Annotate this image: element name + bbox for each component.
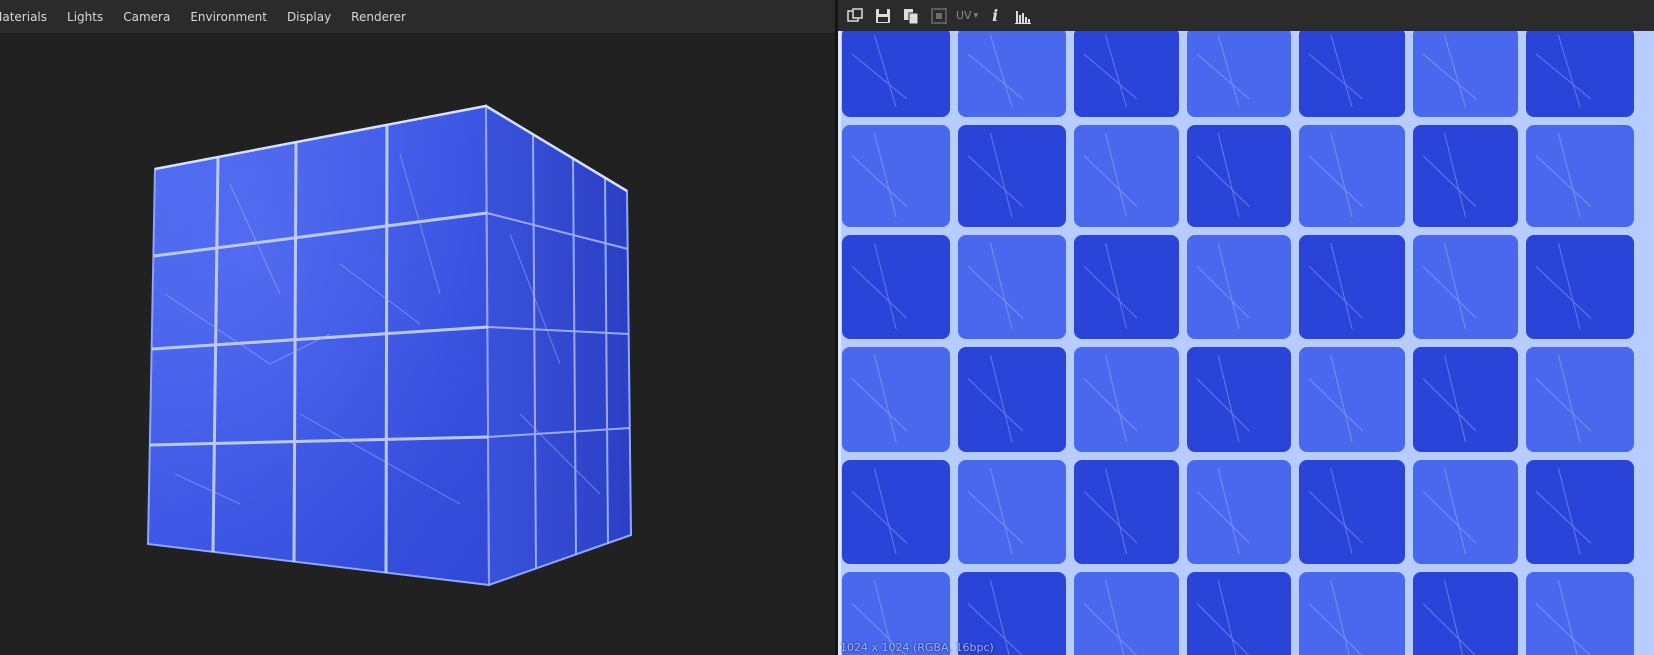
3d-viewport-pane: Materials Lights Camera Environment Disp… (0, 0, 835, 655)
texture-tile (958, 235, 1066, 339)
texture-tile (1074, 460, 1179, 564)
menu-environment[interactable]: Environment (180, 10, 277, 24)
channel-icon[interactable] (928, 5, 950, 27)
texture-tile (1413, 347, 1518, 452)
texture-tile (1074, 235, 1179, 339)
copy-icon[interactable] (900, 5, 922, 27)
texture-tile (1299, 31, 1405, 117)
texture-left-edge (838, 31, 841, 655)
texture-tile (1413, 572, 1518, 655)
info-icon[interactable]: i (984, 5, 1006, 27)
chevron-down-icon: ▾ (973, 10, 979, 21)
texture-tile (842, 31, 950, 117)
texture-tile (1299, 460, 1405, 564)
texture-tile (1187, 125, 1291, 227)
menu-materials[interactable]: Materials (0, 10, 57, 24)
texture-tile (1187, 572, 1291, 655)
3d-viewport[interactable] (0, 34, 835, 655)
texture-tile (842, 125, 950, 227)
texture-tile (1413, 235, 1518, 339)
cube-side-face (484, 104, 633, 587)
texture-tile (1526, 235, 1634, 339)
texture-tile (1526, 572, 1634, 655)
texture-toolbar: UV ▾ i (838, 0, 1654, 31)
cube-render (146, 104, 633, 587)
uv-label: UV (956, 9, 972, 22)
texture-tile (1299, 125, 1405, 227)
texture-tile (1526, 347, 1634, 452)
texture-tile (1526, 125, 1634, 227)
menu-lights[interactable]: Lights (57, 10, 113, 24)
texture-tile (1526, 31, 1634, 117)
texture-tile (958, 31, 1066, 117)
texture-tile (1299, 572, 1405, 655)
texture-tile (1074, 572, 1179, 655)
texture-canvas[interactable]: 1024 x 1024 (RGBA, 16bpc) (838, 31, 1654, 655)
texture-tile (1413, 31, 1518, 117)
texture-tile (842, 460, 950, 564)
tile-texture (838, 31, 1654, 655)
texture-status: 1024 x 1024 (RGBA, 16bpc) (840, 641, 994, 654)
texture-tile (958, 347, 1066, 452)
texture-tile (1074, 347, 1179, 452)
texture-tile (1187, 31, 1291, 117)
save-icon[interactable] (872, 5, 894, 27)
texture-tile (1074, 125, 1179, 227)
menu-renderer[interactable]: Renderer (341, 10, 416, 24)
texture-tile (958, 125, 1066, 227)
texture-tile (1413, 460, 1518, 564)
texture-tile (1187, 235, 1291, 339)
texture-tile (842, 347, 950, 452)
texture-tile (1299, 347, 1405, 452)
viewport-menubar: Materials Lights Camera Environment Disp… (0, 0, 835, 34)
2d-texture-pane: UV ▾ i 1024 x 1024 (RGBA, 16bpc) (838, 0, 1654, 655)
texture-tile (1526, 460, 1634, 564)
texture-tile (958, 460, 1066, 564)
histogram-icon[interactable] (1012, 5, 1034, 27)
texture-tile (1187, 460, 1291, 564)
view-toggle-icon[interactable] (844, 5, 866, 27)
texture-tile (842, 235, 950, 339)
texture-tile (1074, 31, 1179, 117)
texture-tile (1187, 347, 1291, 452)
menu-camera[interactable]: Camera (113, 10, 180, 24)
texture-tile (1413, 125, 1518, 227)
uv-dropdown[interactable]: UV ▾ (956, 5, 978, 27)
texture-tile (1299, 235, 1405, 339)
menu-display[interactable]: Display (277, 10, 341, 24)
